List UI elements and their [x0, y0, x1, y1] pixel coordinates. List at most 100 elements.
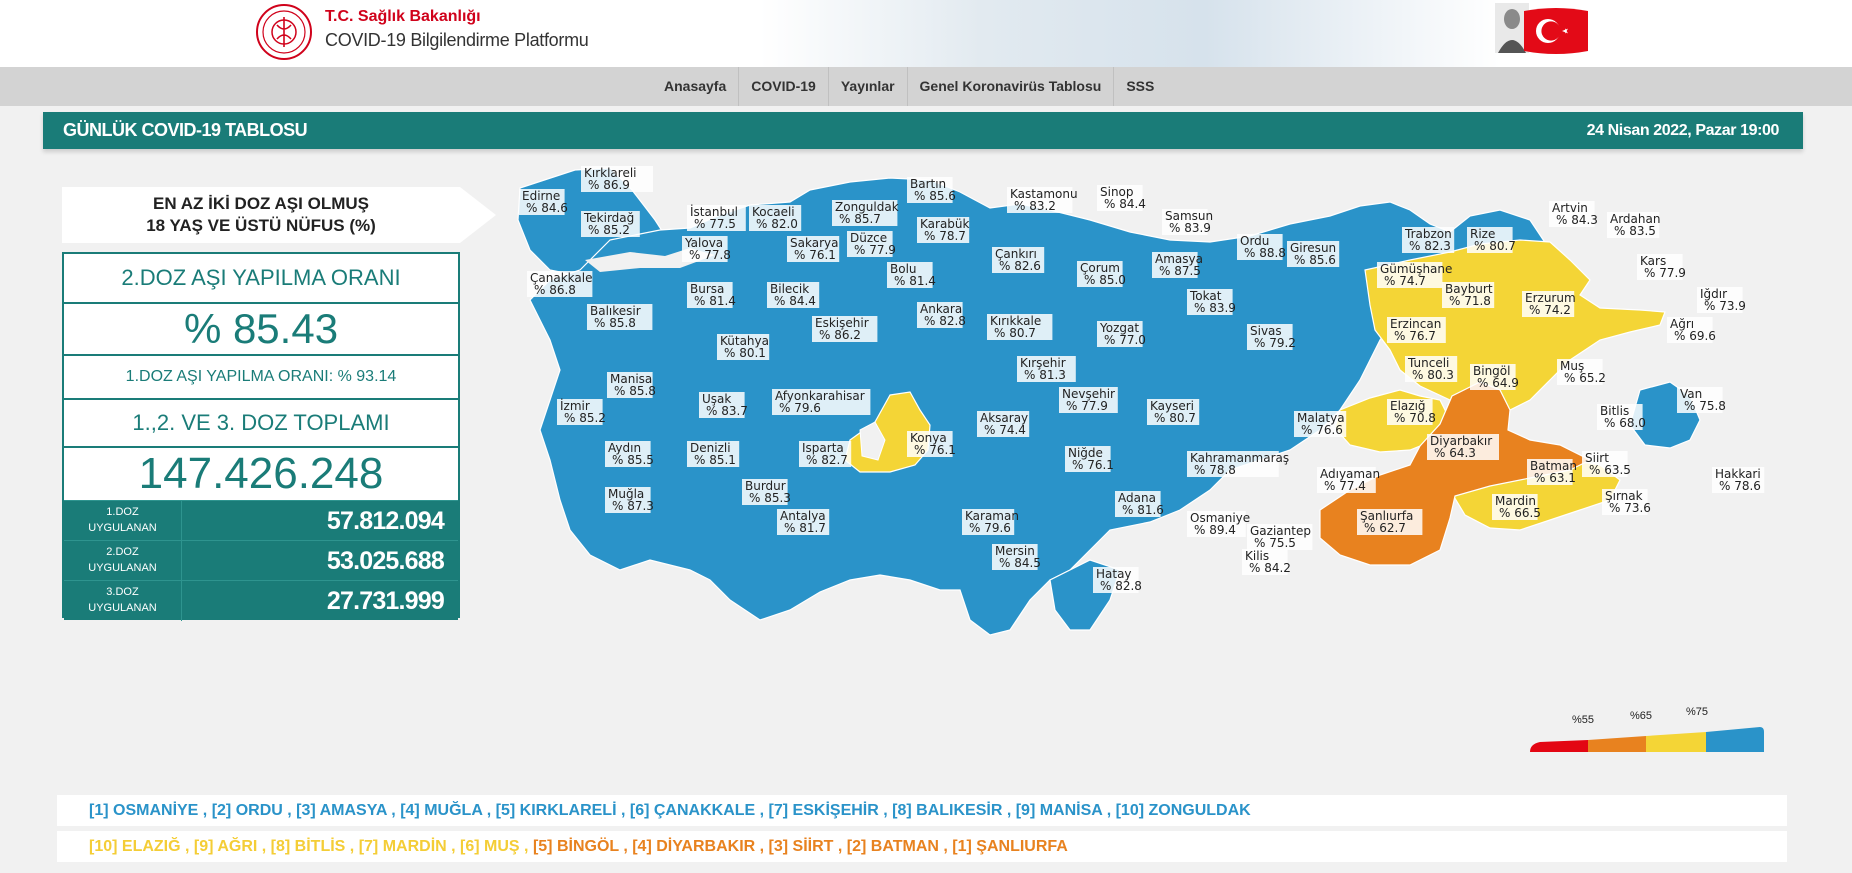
province-label[interactable]: Trabzon% 82.3	[1402, 227, 1455, 253]
province-label[interactable]: Antalya% 81.7	[777, 509, 830, 535]
province-label[interactable]: Adıyaman% 77.4	[1317, 467, 1380, 493]
province-label[interactable]: Amasya% 87.5	[1152, 252, 1203, 278]
province-label[interactable]: Sakarya% 76.1	[787, 236, 840, 262]
province-label[interactable]: İzmir% 85.2	[557, 398, 606, 425]
province-label[interactable]: Çorum% 85.0	[1077, 261, 1126, 287]
nav-item-sss[interactable]: SSS	[1114, 67, 1166, 106]
province-label[interactable]: Muğla% 87.3	[605, 487, 654, 513]
province-label[interactable]: Kırıkkale% 80.7	[987, 314, 1053, 340]
province-label[interactable]: Gaziantep% 75.5	[1247, 524, 1313, 550]
province-label[interactable]: Manisa% 85.8	[607, 372, 656, 398]
province-label[interactable]: Tekirdağ% 85.2	[581, 211, 640, 237]
province-rank-item[interactable]: [1] ŞANLIURFA	[952, 838, 1068, 855]
province-label[interactable]: Kocaeli% 82.0	[749, 205, 802, 231]
province-label[interactable]: Bilecik% 84.4	[767, 282, 820, 308]
province-label[interactable]: Kars% 77.9	[1637, 254, 1686, 280]
province-label[interactable]: Çankırı% 82.6	[992, 247, 1045, 273]
province-label[interactable]: Rize% 80.7	[1467, 227, 1516, 253]
province-label[interactable]: Afyonkarahisar% 79.6	[772, 389, 871, 415]
province-label[interactable]: Elazığ% 70.8	[1387, 399, 1436, 425]
province-label[interactable]: Bayburt% 71.8	[1442, 282, 1495, 308]
province-label[interactable]: Karabük% 78.7	[917, 217, 970, 243]
province-label[interactable]: Düzce% 77.9	[847, 231, 896, 257]
province-label[interactable]: Edirne% 84.6	[519, 189, 568, 215]
province-rank-item[interactable]: [1] OSMANİYE	[89, 802, 198, 819]
province-label[interactable]: Tokat% 83.9	[1187, 289, 1236, 315]
province-label[interactable]: Erzincan% 76.7	[1387, 317, 1446, 343]
province-label[interactable]: Kütahya% 80.1	[717, 334, 770, 360]
province-label[interactable]: Balıkesir% 85.8	[587, 304, 653, 330]
province-rank-item[interactable]: [3] SİİRT	[769, 838, 834, 855]
province-label[interactable]: Giresun% 85.6	[1287, 241, 1340, 267]
province-label[interactable]: Isparta% 82.7	[799, 441, 852, 467]
province-label[interactable]: Kırklareli% 86.9	[581, 166, 653, 192]
province-label[interactable]: Batman% 63.1	[1527, 459, 1577, 485]
province-label[interactable]: Ankara% 82.8	[917, 302, 966, 328]
province-label[interactable]: Kahramanmaraş% 78.8	[1187, 451, 1289, 477]
province-rank-item[interactable]: [9] MANİSA	[1016, 802, 1103, 819]
province-label[interactable]: Muş% 65.2	[1557, 359, 1606, 385]
province-label[interactable]: Karaman% 79.6	[962, 509, 1019, 535]
province-rank-item[interactable]: [7] ESKİŞEHİR	[769, 802, 879, 819]
province-rank-item[interactable]: [7] MARDİN	[359, 838, 447, 855]
province-rank-item[interactable]: [10] ZONGULDAK	[1116, 802, 1251, 819]
province-label[interactable]: Bartın% 85.6	[907, 177, 956, 203]
province-label[interactable]: Mardin% 66.5	[1492, 494, 1541, 520]
province-label[interactable]: Denizli% 85.1	[687, 441, 740, 467]
province-rank-item[interactable]: [6] ÇANAKKALE	[630, 802, 755, 819]
province-label[interactable]: Hatay% 82.8	[1093, 567, 1142, 593]
province-label[interactable]: Malatya% 76.6	[1294, 411, 1347, 437]
province-rank-item[interactable]: [3] AMASYA	[296, 802, 387, 819]
province-label[interactable]: Çanakkale% 86.8	[527, 271, 592, 297]
province-label[interactable]: Siirt% 63.5	[1582, 451, 1631, 477]
province-label[interactable]: Niğde% 76.1	[1065, 446, 1114, 472]
province-rank-item[interactable]: [8] BİTLİS	[271, 838, 346, 855]
province-label[interactable]: Van% 75.8	[1677, 387, 1726, 413]
province-label[interactable]: Diyarbakır% 64.3	[1427, 434, 1499, 460]
province-label[interactable]: Nevşehir% 77.9	[1059, 387, 1118, 413]
province-label[interactable]: Ardahan% 83.5	[1607, 212, 1660, 238]
province-rank-item[interactable]: [6] MUŞ	[460, 838, 520, 855]
province-label[interactable]: Sivas% 79.2	[1247, 324, 1296, 350]
province-label[interactable]: Gümüşhane% 74.7	[1377, 262, 1452, 288]
ministry-logo-icon[interactable]	[255, 3, 313, 61]
province-rank-item[interactable]: [9] AĞRI	[194, 838, 257, 855]
province-rank-item[interactable]: [5] KIRKLARELİ	[496, 802, 617, 819]
province-label[interactable]: Ağrı% 69.6	[1667, 317, 1716, 343]
province-label[interactable]: Hakkari% 78.6	[1712, 467, 1765, 493]
province-label[interactable]: Tunceli% 80.3	[1405, 356, 1458, 382]
nav-item-genel-tablo[interactable]: Genel Koronavirüs Tablosu	[908, 67, 1115, 106]
province-label[interactable]: İstanbul% 77.5	[687, 204, 746, 231]
province-label[interactable]: Şanlıurfa% 62.7	[1357, 509, 1423, 535]
province-label[interactable]: Kayseri% 80.7	[1147, 399, 1200, 425]
nav-item-covid19[interactable]: COVID-19	[739, 67, 829, 106]
province-label[interactable]: Aydın% 85.5	[605, 441, 654, 467]
province-rank-item[interactable]: [8] BALIKESİR	[892, 802, 1002, 819]
province-label[interactable]: Adana% 81.6	[1115, 491, 1164, 517]
province-label[interactable]: Kastamonu% 83.2	[1007, 187, 1078, 213]
province-label[interactable]: Artvin% 84.3	[1549, 201, 1598, 227]
province-label[interactable]: Samsun% 83.9	[1162, 209, 1213, 235]
province-label[interactable]: Burdur% 85.3	[742, 479, 791, 505]
province-label[interactable]: Mersin% 84.5	[992, 544, 1041, 570]
province-label[interactable]: Uşak% 83.7	[699, 392, 748, 418]
province-label[interactable]: Bitlis% 68.0	[1597, 404, 1646, 430]
nav-item-anasayfa[interactable]: Anasayfa	[652, 67, 740, 106]
province-label[interactable]: Kilis% 84.2	[1242, 549, 1291, 575]
province-rank-item[interactable]: [2] ORDU	[212, 802, 283, 819]
province-label[interactable]: Eskişehir% 86.2	[812, 316, 878, 342]
province-label[interactable]: Ordu% 88.8	[1237, 234, 1286, 260]
province-label[interactable]: Aksaray% 74.4	[977, 411, 1030, 437]
province-label[interactable]: Sinop% 84.4	[1097, 185, 1146, 211]
province-rank-item[interactable]: [4] MUĞLA	[400, 802, 482, 819]
province-label[interactable]: Bursa% 81.4	[687, 282, 736, 308]
province-label[interactable]: Yalova% 77.8	[682, 236, 731, 262]
province-label[interactable]: Erzurum% 74.2	[1522, 291, 1576, 317]
province-rank-item[interactable]: [5] BİNGÖL	[533, 838, 619, 855]
province-label[interactable]: Şırnak% 73.6	[1602, 489, 1651, 515]
province-label[interactable]: Osmaniye% 89.4	[1187, 511, 1250, 537]
province-label[interactable]: Bingöl% 64.9	[1470, 364, 1519, 390]
nav-item-yayinlar[interactable]: Yayınlar	[829, 67, 908, 106]
province-rank-item[interactable]: [2] BATMAN	[847, 838, 939, 855]
province-label[interactable]: Konya% 76.1	[907, 431, 956, 457]
